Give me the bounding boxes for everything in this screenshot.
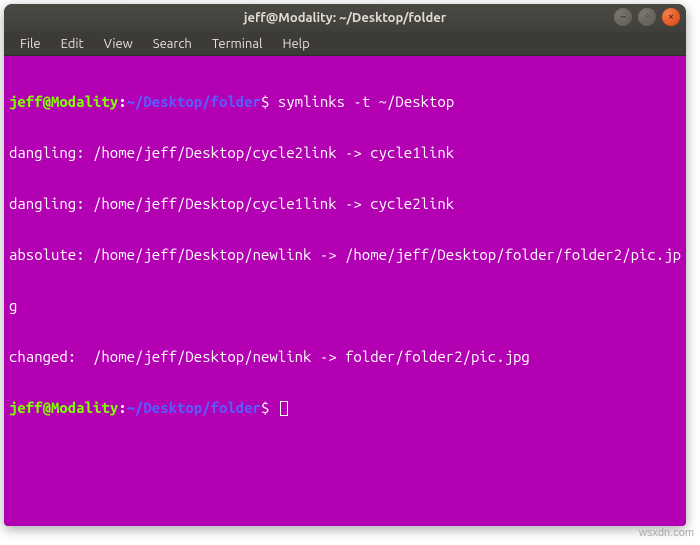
- prompt-path: ~/Desktop/folder: [127, 93, 261, 110]
- prompt-user-host: jeff@Modality: [9, 399, 118, 416]
- output-line: dangling: /home/jeff/Desktop/cycle2link …: [9, 144, 681, 161]
- maximize-button[interactable]: ◦: [638, 8, 656, 26]
- watermark-text: wsxdn.com: [639, 527, 694, 539]
- prompt-user-host: jeff@Modality: [9, 93, 118, 110]
- menu-file[interactable]: File: [12, 35, 49, 53]
- minimize-icon: –: [620, 12, 625, 23]
- window-title: jeff@Modality: ~/Desktop/folder: [244, 11, 446, 25]
- prompt-line-2: jeff@Modality:~/Desktop/folder$: [9, 399, 681, 416]
- menubar: File Edit View Search Terminal Help: [4, 32, 686, 56]
- output-line: changed: /home/jeff/Desktop/newlink -> f…: [9, 348, 681, 365]
- prompt-dollar: $: [261, 399, 278, 416]
- prompt-colon: :: [118, 93, 126, 110]
- minimize-button[interactable]: –: [614, 8, 632, 26]
- output-line: dangling: /home/jeff/Desktop/cycle1link …: [9, 195, 681, 212]
- output-line: g: [9, 297, 681, 314]
- maximize-icon: ◦: [644, 12, 651, 23]
- command-text: symlinks -t ~/Desktop: [278, 93, 454, 110]
- prompt-line-1: jeff@Modality:~/Desktop/folder$ symlinks…: [9, 93, 681, 110]
- cursor-icon: [280, 401, 288, 416]
- menu-help[interactable]: Help: [274, 35, 317, 53]
- output-line: absolute: /home/jeff/Desktop/newlink -> …: [9, 246, 681, 263]
- menu-edit[interactable]: Edit: [53, 35, 92, 53]
- prompt-path: ~/Desktop/folder: [127, 399, 261, 416]
- menu-view[interactable]: View: [96, 35, 141, 53]
- menu-terminal[interactable]: Terminal: [204, 35, 271, 53]
- window-controls: – ◦ ×: [614, 8, 680, 26]
- prompt-dollar: $: [261, 93, 278, 110]
- titlebar[interactable]: jeff@Modality: ~/Desktop/folder – ◦ ×: [4, 4, 686, 32]
- close-icon: ×: [668, 12, 674, 23]
- terminal-window: jeff@Modality: ~/Desktop/folder – ◦ × Fi…: [4, 4, 686, 526]
- terminal-body[interactable]: jeff@Modality:~/Desktop/folder$ symlinks…: [4, 56, 686, 526]
- close-button[interactable]: ×: [662, 8, 680, 26]
- prompt-colon: :: [118, 399, 126, 416]
- menu-search[interactable]: Search: [145, 35, 200, 53]
